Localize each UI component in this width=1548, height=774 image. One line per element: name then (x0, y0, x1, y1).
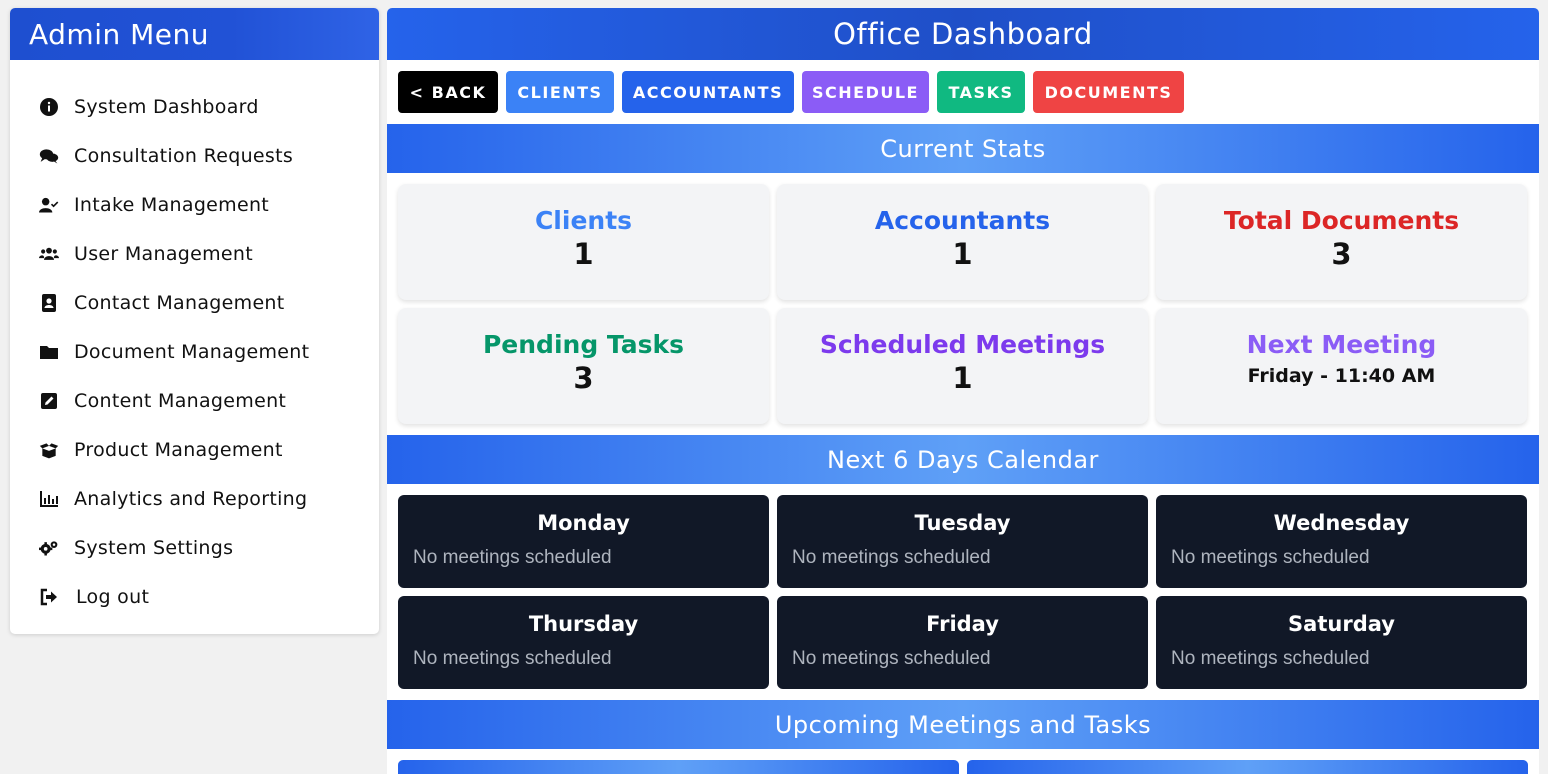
calendar-day-card: Friday No meetings scheduled (777, 596, 1148, 689)
sidebar-item-system-dashboard[interactable]: System Dashboard (10, 82, 379, 131)
sidebar-item-product-management[interactable]: Product Management (10, 425, 379, 474)
sidebar-title: Admin Menu (10, 8, 379, 60)
accountants-button[interactable]: ACCOUNTANTS (622, 71, 794, 113)
sidebar-item-analytics-reporting[interactable]: Analytics and Reporting (10, 474, 379, 523)
calendar-day-name: Wednesday (1273, 511, 1410, 535)
stat-card-total-documents: Total Documents 3 (1156, 184, 1527, 300)
schedule-button[interactable]: SCHEDULE (802, 71, 929, 113)
stat-value: Friday - 11:40 AM (1247, 365, 1436, 387)
upcoming-tasks-panel (967, 760, 1528, 774)
user-check-icon (38, 194, 60, 216)
comments-icon (38, 145, 60, 167)
folder-icon (38, 341, 60, 363)
current-stats-heading: Current Stats (387, 124, 1539, 173)
stat-title: Accountants (874, 206, 1051, 235)
calendar-day-name: Tuesday (914, 511, 1011, 535)
sidebar-item-label: System Settings (74, 536, 234, 559)
calendar-day-name: Thursday (528, 612, 639, 636)
sidebar-item-intake-management[interactable]: Intake Management (10, 180, 379, 229)
calendar-day-card: Tuesday No meetings scheduled (777, 495, 1148, 588)
sidebar-item-label: User Management (74, 242, 254, 265)
stat-card-scheduled-meetings: Scheduled Meetings 1 (777, 308, 1148, 424)
stat-title: Scheduled Meetings (819, 330, 1106, 359)
info-circle-icon (38, 96, 60, 118)
calendar-day-note: No meetings scheduled (1171, 547, 1370, 568)
calendar-day-card: Thursday No meetings scheduled (398, 596, 769, 689)
sidebar-item-label: Log out (76, 585, 150, 608)
page-title: Office Dashboard (387, 8, 1539, 60)
admin-sidebar: Admin Menu System Dashboard Consultation… (10, 8, 379, 634)
documents-button[interactable]: DOCUMENTS (1033, 71, 1184, 113)
back-button[interactable]: < BACK (398, 71, 498, 113)
stats-grid: Clients 1 Accountants 1 Total Documents … (387, 173, 1539, 435)
calendar-day-note: No meetings scheduled (792, 547, 991, 568)
sidebar-item-label: Contact Management (74, 291, 285, 314)
sidebar-item-system-settings[interactable]: System Settings (10, 523, 379, 572)
sidebar-item-label: System Dashboard (74, 95, 259, 118)
stat-title: Total Documents (1223, 206, 1460, 235)
sidebar-item-content-management[interactable]: Content Management (10, 376, 379, 425)
stat-value: 3 (1331, 237, 1352, 271)
sidebar-item-label: Product Management (74, 438, 283, 461)
cogs-icon (38, 537, 60, 559)
upcoming-heading: Upcoming Meetings and Tasks (387, 700, 1539, 749)
calendar-grid: Monday No meetings scheduled Tuesday No … (387, 484, 1539, 700)
sidebar-item-label: Consultation Requests (74, 144, 294, 167)
calendar-heading: Next 6 Days Calendar (387, 435, 1539, 484)
stat-value: 1 (573, 237, 594, 271)
calendar-day-note: No meetings scheduled (792, 648, 991, 669)
chart-bar-icon (38, 488, 60, 510)
calendar-day-card: Monday No meetings scheduled (398, 495, 769, 588)
clients-button[interactable]: CLIENTS (506, 71, 614, 113)
sign-out-icon (38, 586, 60, 608)
stat-value: 1 (952, 361, 973, 395)
calendar-day-note: No meetings scheduled (413, 648, 612, 669)
sidebar-item-consultation-requests[interactable]: Consultation Requests (10, 131, 379, 180)
box-open-icon (38, 439, 60, 461)
tasks-button[interactable]: TASKS (937, 71, 1025, 113)
sidebar-item-document-management[interactable]: Document Management (10, 327, 379, 376)
stat-title: Clients (534, 206, 633, 235)
sidebar-item-log-out[interactable]: Log out (10, 572, 379, 621)
stat-card-accountants: Accountants 1 (777, 184, 1148, 300)
sidebar-item-label: Document Management (74, 340, 310, 363)
users-icon (38, 243, 60, 265)
calendar-day-name: Friday (926, 612, 999, 636)
stat-card-clients: Clients 1 (398, 184, 769, 300)
sidebar-item-label: Analytics and Reporting (74, 487, 308, 510)
calendar-day-note: No meetings scheduled (413, 547, 612, 568)
sidebar-item-label: Content Management (74, 389, 287, 412)
address-book-icon (38, 292, 60, 314)
sidebar-item-label: Intake Management (74, 193, 270, 216)
stat-value: 1 (952, 237, 973, 271)
calendar-day-card: Saturday No meetings scheduled (1156, 596, 1527, 689)
calendar-day-name: Monday (537, 511, 630, 535)
edit-icon (38, 390, 60, 412)
upcoming-meetings-panel (398, 760, 959, 774)
stat-card-next-meeting: Next Meeting Friday - 11:40 AM (1156, 308, 1527, 424)
upcoming-panels (387, 749, 1539, 774)
stat-title: Pending Tasks (482, 330, 685, 359)
calendar-day-note: No meetings scheduled (1171, 648, 1370, 669)
stat-value: 3 (573, 361, 594, 395)
sidebar-menu: System Dashboard Consultation Requests I… (10, 60, 379, 621)
nav-toolbar: < BACK CLIENTS ACCOUNTANTS SCHEDULE TASK… (387, 60, 1539, 124)
sidebar-item-user-management[interactable]: User Management (10, 229, 379, 278)
sidebar-item-contact-management[interactable]: Contact Management (10, 278, 379, 327)
calendar-day-name: Saturday (1288, 612, 1395, 636)
stat-card-pending-tasks: Pending Tasks 3 (398, 308, 769, 424)
main-panel: Office Dashboard < BACK CLIENTS ACCOUNTA… (387, 8, 1539, 774)
stat-title: Next Meeting (1246, 330, 1437, 359)
calendar-day-card: Wednesday No meetings scheduled (1156, 495, 1527, 588)
